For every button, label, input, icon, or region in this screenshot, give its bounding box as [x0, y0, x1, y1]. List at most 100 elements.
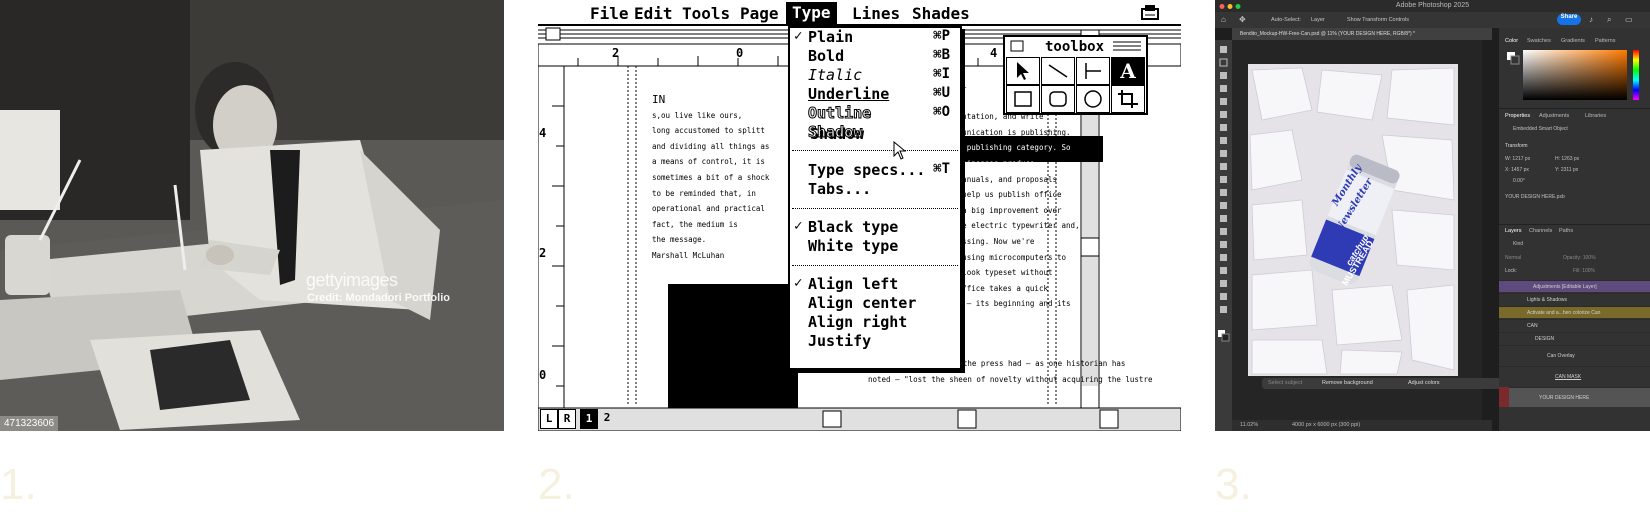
blend-mode-select[interactable]: Normal	[1505, 255, 1521, 261]
layer-row[interactable]: DESIGN	[1499, 332, 1650, 344]
menu-item-bold[interactable]: Bold	[808, 47, 844, 65]
layer-row-selected[interactable]: YOUR DESIGN HERE	[1499, 387, 1650, 407]
photo-credit: Credit: Mondadori Portfolio	[307, 292, 450, 304]
window-controls-icon[interactable]	[1219, 3, 1247, 10]
menu-item-plain[interactable]: Plain	[808, 28, 853, 46]
menu-item-justify[interactable]: Justify	[808, 332, 871, 350]
search-icon[interactable]: ⌕	[1607, 15, 1611, 25]
layer-row[interactable]: Activate and a...hen colorize Can	[1499, 306, 1650, 318]
menu-edit[interactable]: Edit	[634, 4, 673, 23]
x-field[interactable]: X: 1457 px	[1505, 167, 1529, 173]
layer-select[interactable]: Layer	[1311, 17, 1325, 23]
photoshop-panel: Adobe Photoshop 2025 ⌂ ✥ Auto-Select: La…	[1215, 0, 1650, 431]
home-icon[interactable]: ⌂	[1221, 15, 1226, 24]
toolbox-palette: toolbox A	[1003, 35, 1148, 115]
layer-row[interactable]: CAN	[1499, 319, 1650, 331]
left-page-tab[interactable]: L	[540, 409, 558, 429]
menu-separator	[792, 150, 958, 151]
ortho-line-tool-icon[interactable]	[1076, 57, 1110, 85]
document-tab[interactable]: Bendito_Mockup-HW-Free-Can.psd @ 11% (YO…	[1232, 28, 1492, 40]
share-button[interactable]: Share	[1557, 14, 1581, 25]
menu-item-shadow[interactable]: Shadow	[807, 123, 862, 142]
toolbox-title: toolbox	[1045, 39, 1105, 55]
menu-item-align-center[interactable]: Align center	[808, 294, 916, 312]
menu-item-type-specs[interactable]: Type specs...	[808, 161, 925, 179]
layer-row[interactable]: Lights & Shadows	[1499, 293, 1650, 305]
layer-row[interactable]: Can Overlay	[1499, 345, 1650, 365]
y-field[interactable]: Y: 2311 px	[1555, 167, 1578, 173]
layer-filter-select[interactable]: Kind	[1513, 241, 1523, 247]
black-type-check-icon: ✓	[794, 218, 803, 234]
rounded-rectangle-tool-icon[interactable]	[1041, 85, 1075, 113]
layer-row[interactable]: CAN MASK	[1499, 366, 1650, 386]
menu-file[interactable]: File	[590, 4, 629, 23]
menu-bar: File Edit Tools Page Type Lines Shades	[538, 0, 1181, 26]
tab-properties[interactable]: Properties	[1505, 113, 1530, 119]
menu-item-underline[interactable]: Underline	[808, 85, 889, 103]
page-2-tab[interactable]: 2	[598, 409, 616, 429]
panel-number-2: 2.	[538, 460, 575, 509]
tab-channels[interactable]: Channels	[1529, 228, 1552, 234]
adjust-colors-button[interactable]: Adjust colors	[1408, 378, 1440, 389]
menu-type[interactable]: Type	[786, 2, 837, 24]
panel-divider	[1499, 224, 1650, 225]
lock-label: Lock:	[1505, 268, 1517, 274]
oval-tool-icon[interactable]	[1076, 85, 1110, 113]
menu-item-white-type[interactable]: White type	[808, 237, 898, 255]
page-1-tab[interactable]: 1	[580, 409, 598, 429]
move-tool-icon[interactable]: ✥	[1239, 15, 1246, 24]
printer-icon[interactable]	[1140, 3, 1160, 23]
menu-page[interactable]: Page	[740, 4, 779, 23]
zoom-level[interactable]: 11.02%	[1240, 420, 1258, 431]
line-tool-icon[interactable]	[1041, 57, 1075, 85]
menu-tools[interactable]: Tools	[682, 4, 730, 23]
width-field[interactable]: W: 1217 px	[1505, 156, 1530, 162]
tab-color[interactable]: Color	[1505, 38, 1518, 44]
ruler-top-label: 2	[612, 46, 620, 60]
menu-item-align-right[interactable]: Align right	[808, 313, 907, 331]
contextual-task-bar: Select subject Remove background Adjust …	[1262, 378, 1502, 389]
color-picker[interactable]	[1505, 48, 1645, 104]
tab-layers[interactable]: Layers	[1505, 228, 1522, 234]
auto-select-label[interactable]: Auto-Select:	[1271, 17, 1301, 23]
menu-item-outline[interactable]: Outline	[807, 104, 871, 123]
tools-panel	[1215, 40, 1232, 431]
remove-background-button[interactable]: Remove background	[1322, 378, 1373, 389]
mac-publishing-app-panel: File Edit Tools Page Type Lines Shades 2…	[538, 0, 1181, 431]
menu-item-align-left[interactable]: Align left	[808, 275, 898, 293]
canvas-area[interactable]: Monthly Newsletter catchup MUSTREAD	[1232, 40, 1482, 420]
tab-paths[interactable]: Paths	[1559, 228, 1573, 234]
opacity-field[interactable]: Opacity: 100%	[1563, 255, 1596, 261]
gettyimages-watermark: gettyimages	[306, 270, 398, 290]
tab-swatches[interactable]: Swatches	[1527, 38, 1551, 44]
fill-field[interactable]: Fill: 100%	[1573, 268, 1595, 274]
right-page-tab[interactable]: R	[558, 409, 576, 429]
tab-patterns[interactable]: Patterns	[1595, 38, 1615, 44]
tab-libraries[interactable]: Libraries	[1585, 113, 1606, 119]
menu-item-black-type[interactable]: Black type	[808, 218, 898, 236]
tab-gradients[interactable]: Gradients	[1561, 38, 1585, 44]
text-tool-icon[interactable]: A	[1111, 57, 1145, 85]
height-field[interactable]: H: 1263 px	[1555, 156, 1579, 162]
linked-file-name: YOUR DESIGN HERE.psb	[1505, 194, 1565, 200]
angle-field[interactable]: 0.00°	[1513, 178, 1525, 184]
menu-lines[interactable]: Lines	[852, 4, 900, 23]
show-transform-controls[interactable]: Show Transform Controls	[1347, 17, 1409, 23]
layer-row[interactable]: Adjustments [Editable Layer]	[1499, 280, 1650, 292]
panel-number-1: 1.	[0, 460, 37, 509]
window-title: Adobe Photoshop 2025	[1215, 0, 1650, 12]
rectangle-tool-icon[interactable]	[1006, 85, 1040, 113]
crop-tool-icon[interactable]	[1111, 85, 1145, 113]
select-subject-button[interactable]: Select subject	[1268, 378, 1302, 389]
left-column-text: IN s,ou live like ours, long accustomed …	[652, 93, 770, 260]
tab-adjustments[interactable]: Adjustments	[1539, 113, 1569, 119]
bell-icon[interactable]: ♪	[1589, 15, 1593, 24]
photo-id-label: 471323606	[0, 416, 59, 431]
ruler-left-label: 2	[539, 246, 547, 260]
menu-item-italic[interactable]: Italic	[808, 66, 862, 84]
menu-item-tabs[interactable]: Tabs...	[808, 180, 871, 198]
workspace-icon[interactable]: ▭	[1625, 15, 1633, 24]
pointer-tool-icon[interactable]	[1006, 57, 1040, 85]
menu-shades[interactable]: Shades	[912, 4, 970, 23]
tool-icons[interactable]	[1215, 40, 1232, 431]
